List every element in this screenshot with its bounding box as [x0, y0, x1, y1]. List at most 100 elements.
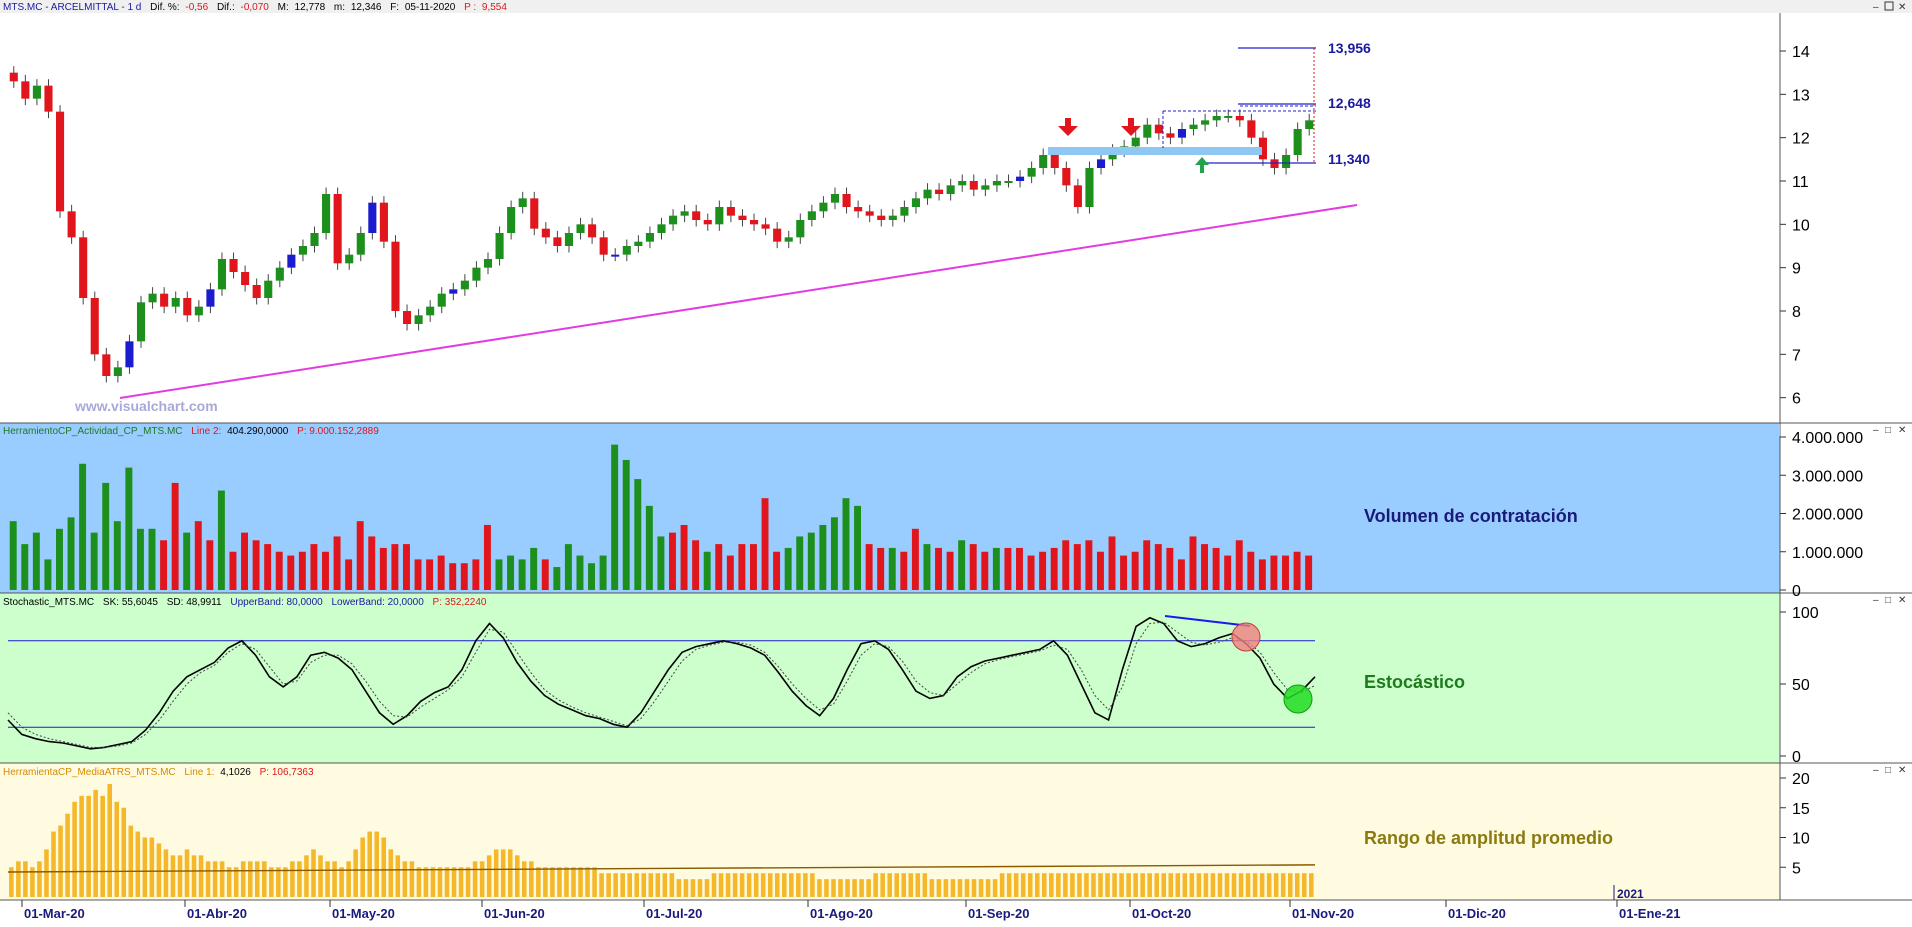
atr-bar	[1084, 873, 1089, 897]
x-year-marker: 2021	[1617, 887, 1644, 901]
atr-bar	[262, 861, 267, 897]
oversold-circle	[1283, 684, 1313, 714]
atr-bar	[985, 879, 991, 897]
candle-body	[784, 237, 793, 242]
volume-maximize-icon[interactable]: □	[1885, 425, 1891, 436]
candle-body	[148, 293, 157, 303]
volume-bar	[391, 544, 399, 590]
atr-bar	[1070, 873, 1075, 897]
candle-body	[622, 246, 631, 255]
atr-bar	[585, 867, 590, 897]
candle-body	[449, 289, 458, 294]
candle-body	[669, 215, 678, 225]
atr-bar	[318, 855, 323, 897]
volume-bar	[854, 505, 862, 590]
candle-body	[102, 354, 111, 376]
atr-bar	[760, 873, 766, 897]
atr-close-icon[interactable]: ✕	[1898, 765, 1906, 776]
x-tick-label: 01-Sep-20	[968, 906, 1029, 921]
volume-bar	[426, 559, 434, 590]
atr-bar	[93, 789, 98, 897]
atr-bar	[971, 879, 977, 897]
atr-bar	[163, 849, 169, 897]
atr-bar	[107, 783, 112, 897]
volume-close-icon[interactable]: ✕	[1898, 425, 1906, 436]
atr-bar	[191, 855, 197, 897]
candle-body	[507, 207, 516, 233]
atr-bar	[325, 861, 330, 897]
level-label-1: 13,956	[1328, 40, 1371, 56]
volume-bar	[1235, 540, 1243, 590]
stoch-close-icon[interactable]: ✕	[1898, 595, 1906, 606]
stoch-minimize-icon[interactable]: –	[1873, 595, 1879, 606]
watermark: www.visualchart.com	[74, 398, 218, 414]
candle-body	[969, 181, 978, 190]
atr-bar	[451, 867, 457, 897]
atr-bar	[1259, 873, 1265, 897]
volume-bar	[865, 544, 873, 590]
stoch-maximize-icon[interactable]: □	[1885, 595, 1891, 606]
volume-bar	[1143, 540, 1151, 590]
volume-bar	[102, 482, 110, 590]
volume-bar	[576, 555, 584, 590]
volume-bar	[345, 559, 353, 590]
candle-body	[680, 211, 689, 216]
atr-bar	[1168, 873, 1174, 897]
atr-bar	[360, 837, 365, 897]
candle-body	[749, 220, 759, 225]
atr-bar	[128, 825, 134, 897]
atr-bar	[732, 873, 738, 897]
atr-bar	[845, 879, 850, 897]
volume-bar	[738, 544, 746, 590]
atr-maximize-icon[interactable]: □	[1885, 765, 1891, 776]
candle-body	[264, 280, 273, 298]
candle-body	[125, 341, 134, 368]
minimize-icon[interactable]: –	[1873, 2, 1879, 13]
atr-bar	[388, 849, 394, 897]
atr-bar	[297, 861, 302, 897]
atr-bar	[866, 879, 871, 897]
price-tick-label: 7	[1792, 347, 1801, 364]
atr-bar	[353, 849, 358, 897]
atr-bar	[500, 849, 506, 897]
volume-minimize-icon[interactable]: –	[1873, 425, 1879, 436]
atr-bar	[1049, 873, 1054, 897]
candle-body	[90, 298, 99, 355]
volume-bar	[333, 536, 341, 590]
atr-bar	[669, 873, 675, 897]
atr-bar	[782, 873, 787, 897]
atr-bar	[536, 867, 541, 897]
volume-bar	[160, 540, 168, 590]
close-icon[interactable]: ✕	[1898, 2, 1906, 13]
volume-bar	[981, 551, 989, 590]
overbought-circle	[1231, 622, 1261, 652]
x-tick-label: 01-Mar-20	[24, 906, 85, 921]
price-tick-label: 11	[1792, 174, 1809, 191]
atr-minimize-icon[interactable]: –	[1873, 765, 1879, 776]
candle-body	[1039, 155, 1048, 168]
volume-bar	[460, 563, 468, 590]
volume-bar	[946, 551, 954, 590]
candle-body	[206, 289, 215, 307]
volume-tick-label: 1.000.000	[1792, 545, 1863, 562]
atr-bar	[887, 873, 892, 897]
volume-bar	[1073, 544, 1081, 590]
x-tick-label: 01-Ago-20	[810, 906, 873, 921]
volume-bar	[402, 544, 410, 590]
candle-body	[611, 254, 620, 257]
atr-bar	[290, 861, 295, 897]
candle-body	[992, 181, 1001, 186]
atr-bar	[529, 861, 534, 897]
atr-bar	[908, 873, 914, 897]
atr-bar	[1280, 873, 1286, 897]
volume-bar	[368, 536, 376, 590]
chart-svg: MTS.MC - ARCELMITTAL - 1 d Dif. %: -0,56…	[0, 0, 1912, 922]
candle-body	[333, 194, 342, 264]
candle-body	[310, 233, 319, 246]
volume-bar	[749, 544, 757, 590]
candle-body	[645, 233, 654, 242]
atr-bar	[522, 861, 527, 897]
volume-bar	[1224, 555, 1232, 590]
volume-bar	[125, 467, 133, 590]
atr-bar	[381, 837, 387, 897]
